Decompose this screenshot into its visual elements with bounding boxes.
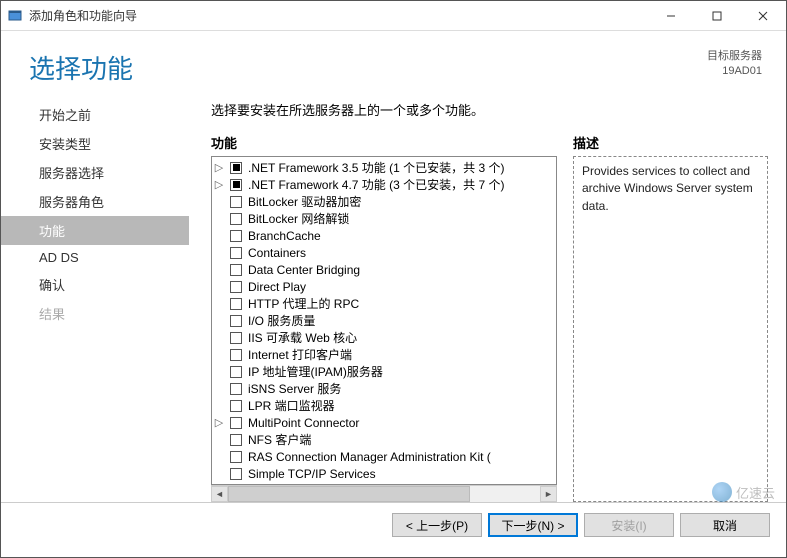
feature-label: Simple TCP/IP Services	[246, 467, 376, 481]
feature-row[interactable]: IP 地址管理(IPAM)服务器	[212, 363, 556, 380]
nav-item-3[interactable]: 服务器角色	[1, 187, 189, 216]
feature-label: Containers	[246, 246, 306, 260]
feature-row[interactable]: ▷ .NET Framework 4.7 功能 (3 个已安装，共 7 个)	[212, 176, 556, 193]
feature-label: .NET Framework 4.7 功能 (3 个已安装，共 7 个)	[246, 176, 504, 193]
feature-checkbox[interactable]	[230, 281, 242, 293]
nav-item-2[interactable]: 服务器选择	[1, 158, 189, 187]
feature-row[interactable]: BranchCache	[212, 227, 556, 244]
nav-item-7: 结果	[1, 299, 189, 328]
feature-label: iSNS Server 服务	[246, 380, 341, 397]
feature-checkbox[interactable]	[230, 196, 242, 208]
feature-tree[interactable]: ▷ .NET Framework 3.5 功能 (1 个已安装，共 3 个) ▷ .N…	[211, 156, 557, 485]
feature-row[interactable]: NFS 客户端	[212, 431, 556, 448]
sidebar: 开始之前安装类型服务器选择服务器角色功能AD DS确认结果	[1, 92, 189, 502]
feature-label: NFS 客户端	[246, 431, 311, 448]
maximize-button[interactable]	[694, 1, 740, 30]
app-icon	[7, 8, 23, 24]
feature-checkbox[interactable]	[230, 247, 242, 259]
nav-item-5[interactable]: AD DS	[1, 245, 189, 270]
feature-row[interactable]: LPR 端口监视器	[212, 397, 556, 414]
feature-checkbox[interactable]	[230, 230, 242, 242]
horizontal-scrollbar[interactable]: ◄ ►	[211, 485, 557, 502]
feature-label: I/O 服务质量	[246, 312, 315, 329]
description-column-label: 描述	[573, 133, 768, 152]
feature-checkbox[interactable]	[230, 264, 242, 276]
nav-item-6[interactable]: 确认	[1, 270, 189, 299]
feature-row[interactable]: iSNS Server 服务	[212, 380, 556, 397]
feature-label: Data Center Bridging	[246, 263, 360, 277]
feature-row[interactable]: HTTP 代理上的 RPC	[212, 295, 556, 312]
feature-label: Direct Play	[246, 280, 306, 294]
feature-label: LPR 端口监视器	[246, 397, 335, 414]
close-button[interactable]	[740, 1, 786, 30]
header: 选择功能 目标服务器 19AD01	[1, 31, 786, 92]
feature-row[interactable]: Data Center Bridging	[212, 261, 556, 278]
feature-checkbox[interactable]	[230, 400, 242, 412]
scroll-thumb[interactable]	[228, 486, 470, 502]
feature-checkbox[interactable]	[230, 315, 242, 327]
page-title: 选择功能	[29, 49, 707, 86]
description-panel: Provides services to collect and archive…	[573, 156, 768, 502]
feature-row[interactable]: BitLocker 网络解锁	[212, 210, 556, 227]
feature-label: IIS 可承载 Web 核心	[246, 329, 357, 346]
footer: < 上一步(P) 下一步(N) > 安装(I) 取消	[1, 502, 786, 547]
feature-checkbox[interactable]	[230, 383, 242, 395]
prompt-text: 选择要安装在所选服务器上的一个或多个功能。	[211, 100, 768, 119]
feature-checkbox[interactable]	[230, 417, 242, 429]
cancel-button[interactable]: 取消	[680, 513, 770, 537]
window-title: 添加角色和功能向导	[29, 7, 137, 24]
feature-label: HTTP 代理上的 RPC	[246, 295, 359, 312]
feature-checkbox[interactable]	[230, 213, 242, 225]
install-button: 安装(I)	[584, 513, 674, 537]
feature-checkbox[interactable]	[230, 434, 242, 446]
expand-icon[interactable]: ▷	[212, 178, 226, 191]
feature-label: .NET Framework 3.5 功能 (1 个已安装，共 3 个)	[246, 159, 504, 176]
feature-label: BranchCache	[246, 229, 321, 243]
feature-label: IP 地址管理(IPAM)服务器	[246, 363, 383, 380]
feature-checkbox[interactable]	[230, 468, 242, 480]
feature-row[interactable]: IIS 可承载 Web 核心	[212, 329, 556, 346]
nav-item-0[interactable]: 开始之前	[1, 100, 189, 129]
feature-label: BitLocker 驱动器加密	[246, 193, 361, 210]
expand-icon[interactable]: ▷	[212, 416, 226, 429]
nav-item-1[interactable]: 安装类型	[1, 129, 189, 158]
scroll-left-button[interactable]: ◄	[211, 486, 228, 502]
feature-row[interactable]: Simple TCP/IP Services	[212, 465, 556, 482]
feature-checkbox[interactable]	[230, 298, 242, 310]
nav-item-4[interactable]: 功能	[1, 216, 189, 245]
feature-checkbox[interactable]	[230, 332, 242, 344]
next-button[interactable]: 下一步(N) >	[488, 513, 578, 537]
feature-row[interactable]: Containers	[212, 244, 556, 261]
feature-checkbox[interactable]	[230, 179, 242, 191]
feature-checkbox[interactable]	[230, 349, 242, 361]
feature-label: Internet 打印客户端	[246, 346, 352, 363]
feature-checkbox[interactable]	[230, 162, 242, 174]
target-server-name: 19AD01	[707, 64, 762, 79]
feature-row[interactable]: RAS Connection Manager Administration Ki…	[212, 448, 556, 465]
feature-row[interactable]: BitLocker 驱动器加密	[212, 193, 556, 210]
scroll-right-button[interactable]: ►	[540, 486, 557, 502]
feature-row[interactable]: I/O 服务质量	[212, 312, 556, 329]
feature-row[interactable]: ▷ MultiPoint Connector	[212, 414, 556, 431]
feature-checkbox[interactable]	[230, 451, 242, 463]
target-server-info: 目标服务器 19AD01	[707, 49, 762, 80]
feature-row[interactable]: Direct Play	[212, 278, 556, 295]
features-column-label: 功能	[211, 133, 557, 152]
titlebar: 添加角色和功能向导	[1, 1, 786, 31]
feature-label: BitLocker 网络解锁	[246, 210, 349, 227]
target-label: 目标服务器	[707, 49, 762, 64]
feature-row[interactable]: ▷ .NET Framework 3.5 功能 (1 个已安装，共 3 个)	[212, 159, 556, 176]
feature-checkbox[interactable]	[230, 366, 242, 378]
feature-label: MultiPoint Connector	[246, 416, 359, 430]
minimize-button[interactable]	[648, 1, 694, 30]
expand-icon[interactable]: ▷	[212, 161, 226, 174]
feature-label: RAS Connection Manager Administration Ki…	[246, 450, 491, 464]
previous-button[interactable]: < 上一步(P)	[392, 513, 482, 537]
feature-row[interactable]: Internet 打印客户端	[212, 346, 556, 363]
